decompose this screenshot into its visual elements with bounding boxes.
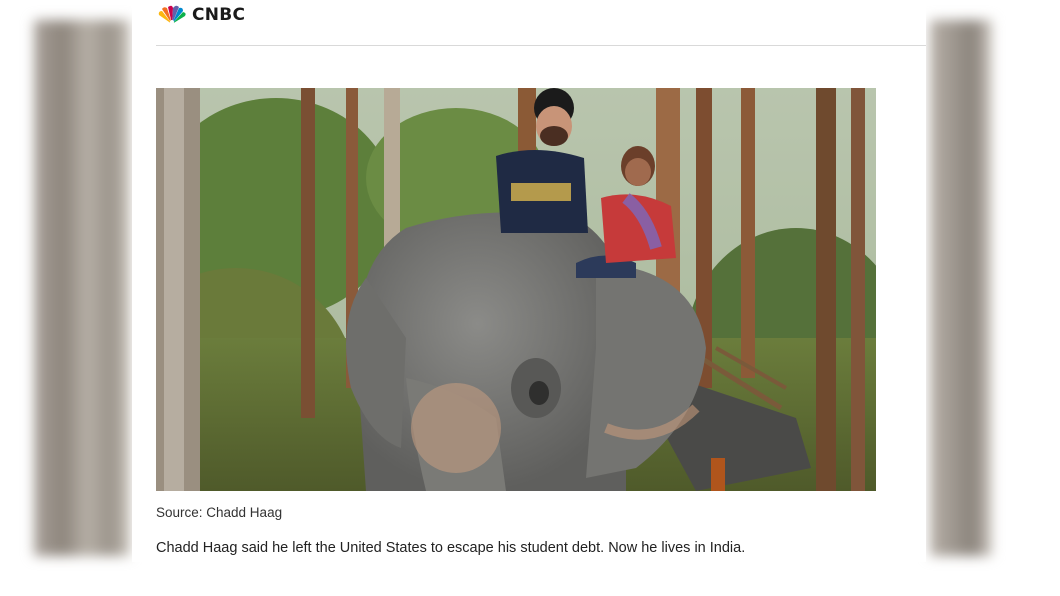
nbc-peacock-icon [158,5,186,25]
article-card: CNBC Source: Chadd Haag Chadd Haag said … [132,0,926,562]
blurred-background-right [930,20,992,556]
cnbc-logo[interactable]: CNBC [156,4,245,26]
photo-source: Source: Chadd Haag [156,505,283,520]
photo-caption: Chadd Haag said he left the United State… [156,540,746,556]
elephant-ride-photo [156,88,876,491]
blurred-background-left [34,20,130,556]
header-divider [156,45,926,46]
brand-name: CNBC [192,5,246,25]
article-photo[interactable] [156,88,876,491]
